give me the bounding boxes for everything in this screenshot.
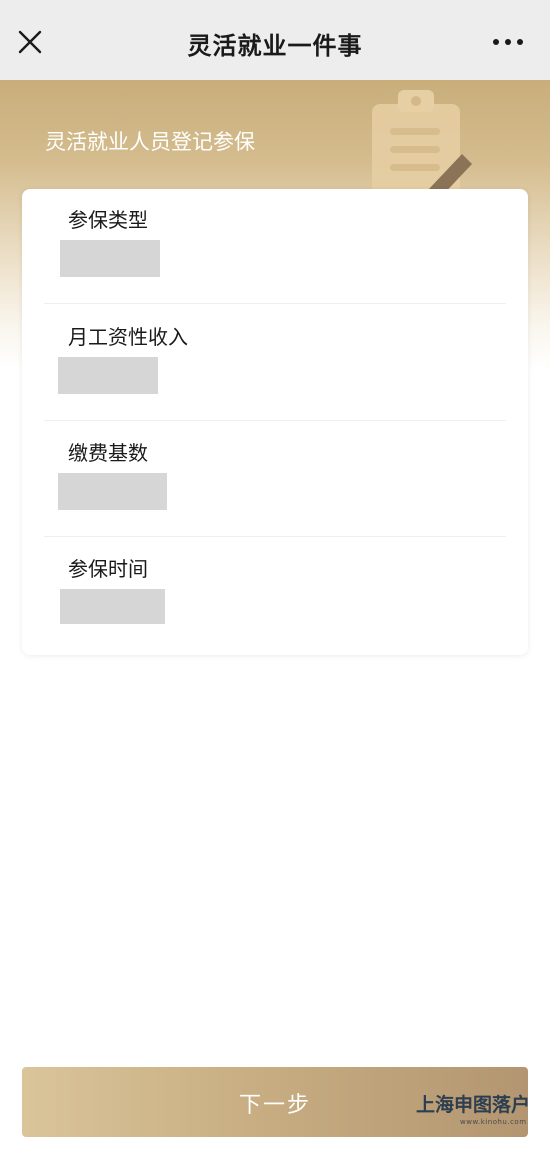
insurance-type-value[interactable] [60, 240, 160, 277]
watermark: 上海申图落户 www.kinohu.com [416, 1090, 532, 1130]
watermark-text: 上海申图落户 [416, 1094, 531, 1116]
field-insurance-type: 参保类型 [22, 189, 528, 305]
contribution-base-value[interactable] [58, 473, 167, 510]
divider [44, 303, 506, 304]
page-title: 灵活就业一件事 [187, 32, 363, 60]
more-icon[interactable] [492, 32, 524, 52]
field-label: 参保时间 [68, 557, 148, 581]
field-label: 月工资性收入 [68, 325, 188, 349]
field-monthly-income: 月工资性收入 [22, 306, 528, 422]
field-insurance-time: 参保时间 [22, 538, 528, 654]
navbar: 灵活就业一件事 [0, 0, 550, 80]
clipboard-pencil-icon [372, 90, 472, 206]
field-contribution-base: 缴费基数 [22, 422, 528, 538]
divider [44, 536, 506, 537]
field-label: 参保类型 [68, 208, 148, 232]
field-label: 缴费基数 [68, 441, 148, 465]
watermark-url: www.kinohu.com [460, 1118, 527, 1126]
monthly-income-value[interactable] [58, 357, 158, 394]
divider [44, 420, 506, 421]
form-card: 参保类型 月工资性收入 缴费基数 参保时间 [22, 189, 528, 655]
insurance-time-value[interactable] [60, 589, 165, 624]
banner-title: 灵活就业人员登记参保 [45, 130, 255, 154]
